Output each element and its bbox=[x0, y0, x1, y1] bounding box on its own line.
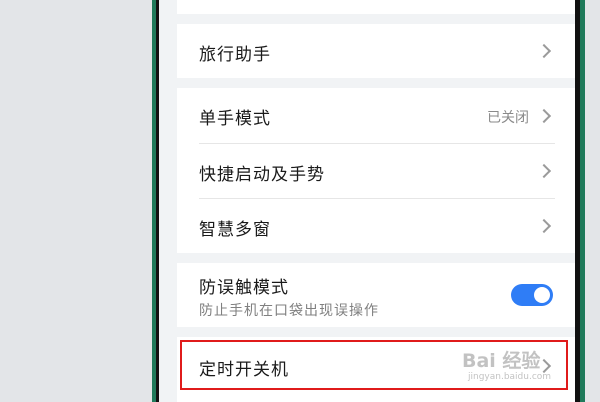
accidental-touch-toggle[interactable] bbox=[511, 284, 553, 306]
chevron-right-icon bbox=[536, 218, 552, 234]
settings-card-top bbox=[177, 0, 575, 14]
chevron-right-icon bbox=[536, 43, 552, 59]
settings-card-travel: 旅行助手 bbox=[177, 24, 575, 78]
setting-label: 快捷启动及手势 bbox=[199, 165, 325, 185]
setting-row-travel-assistant[interactable]: 旅行助手 bbox=[177, 24, 575, 78]
setting-row-accidental-touch: 防误触模式 防止手机在口袋出现误操作 bbox=[177, 263, 575, 327]
settings-card-accidental-touch: 防误触模式 防止手机在口袋出现误操作 bbox=[177, 263, 575, 327]
background-right bbox=[585, 0, 600, 402]
background-left bbox=[0, 0, 152, 402]
setting-label: 智慧多窗 bbox=[199, 220, 271, 240]
setting-label: 单手模式 bbox=[199, 109, 271, 129]
setting-row-quick-launch-gestures[interactable]: 快捷启动及手势 bbox=[177, 144, 575, 198]
chevron-right-icon bbox=[536, 108, 552, 124]
setting-label: 旅行助手 bbox=[199, 45, 271, 65]
setting-label: 防误触模式 bbox=[199, 278, 289, 298]
setting-row-smart-multi-window[interactable]: 智慧多窗 bbox=[177, 199, 575, 253]
chevron-right-icon bbox=[536, 163, 552, 179]
baidu-jingyan-watermark: Bai 经验 jingyan.baidu.com bbox=[462, 340, 572, 392]
settings-card-gestures: 单手模式 已关闭 快捷启动及手势 智慧多窗 bbox=[177, 88, 575, 253]
watermark-main: Bai 经验 bbox=[462, 350, 541, 372]
setting-subtitle: 防止手机在口袋出现误操作 bbox=[199, 303, 379, 319]
setting-row-one-hand-mode[interactable]: 单手模式 已关闭 bbox=[177, 88, 575, 143]
setting-value: 已关闭 bbox=[487, 110, 529, 126]
watermark-url: jingyan.baidu.com bbox=[468, 372, 552, 382]
toggle-knob bbox=[534, 287, 550, 303]
